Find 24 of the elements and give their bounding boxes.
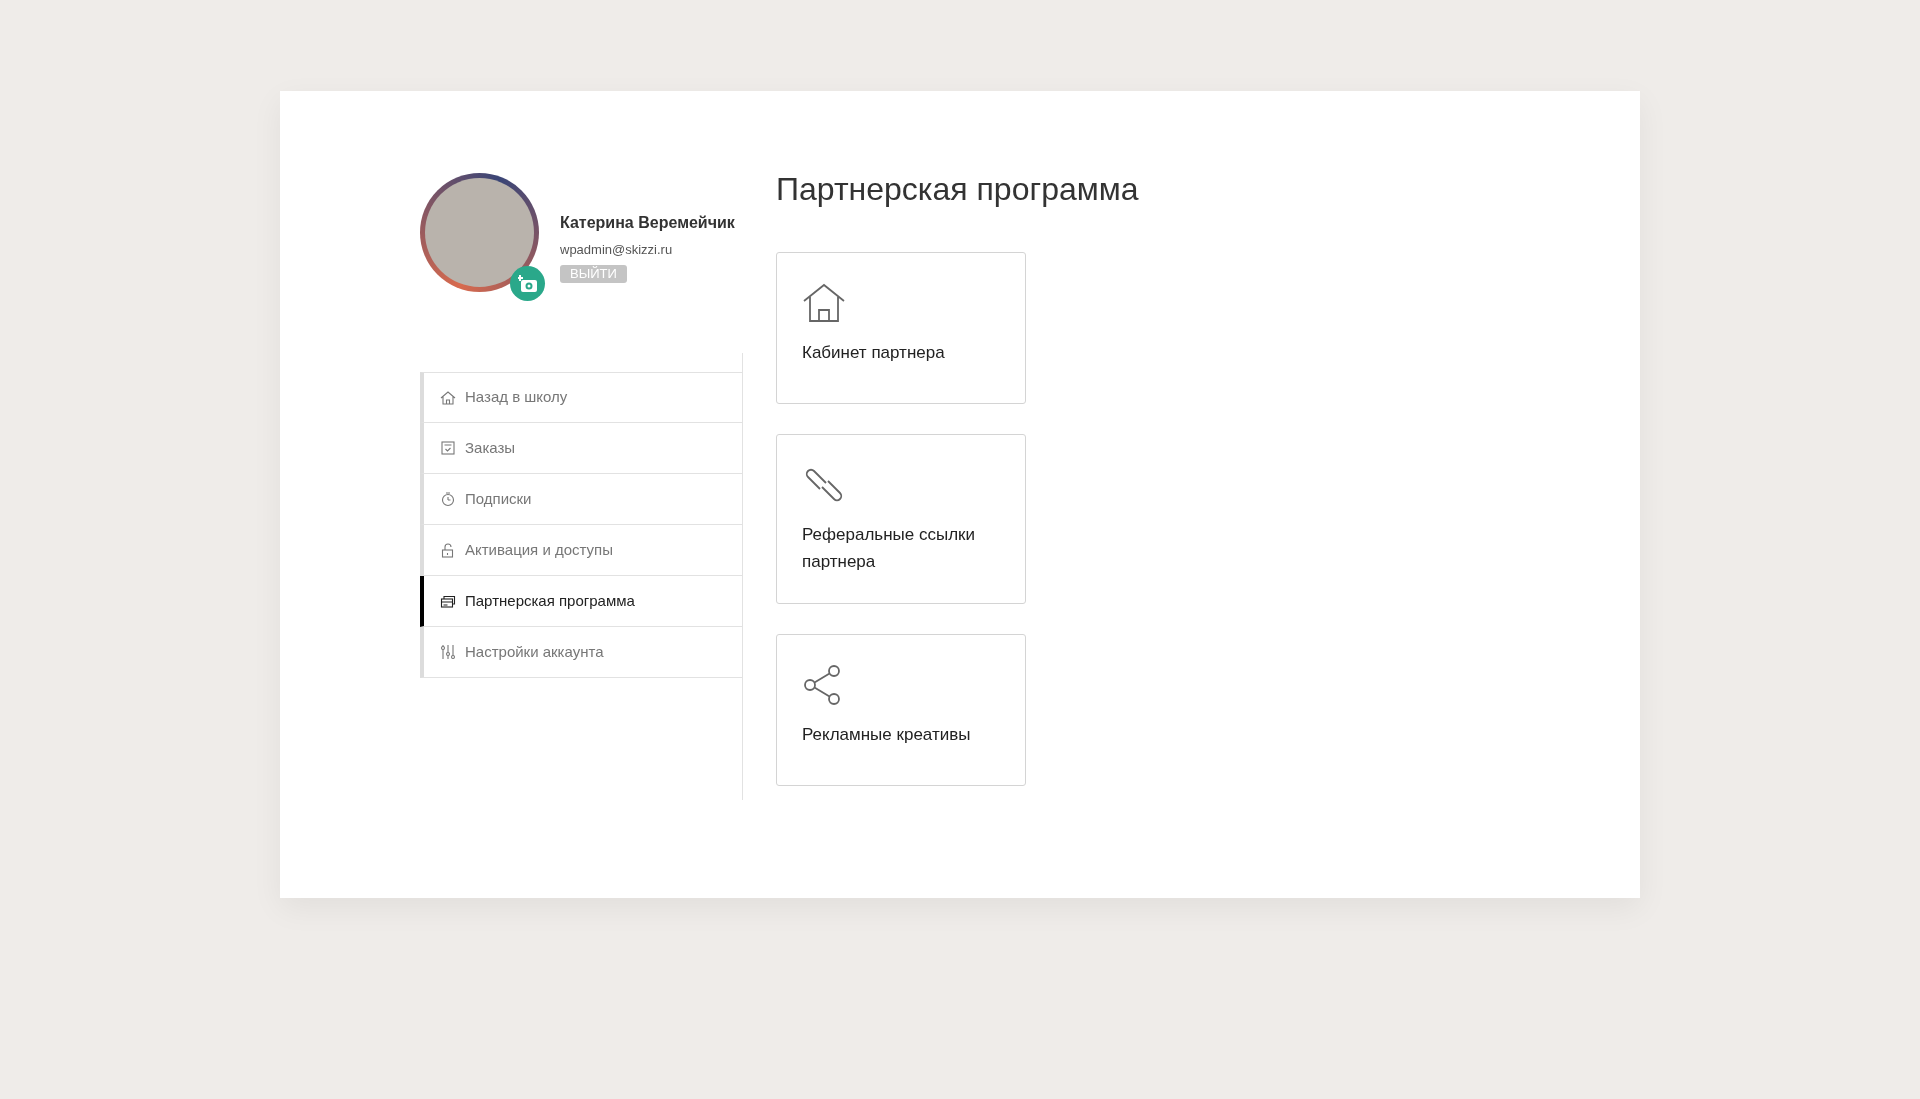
tile-label: Рекламные креативы <box>802 724 972 746</box>
sliders-icon <box>440 644 456 660</box>
page-title: Партнерская программа <box>776 170 1139 209</box>
menu-item[interactable]: Активация и доступы <box>420 525 742 576</box>
stopwatch-icon <box>440 491 456 507</box>
menu-item[interactable]: Назад в школу <box>420 372 742 423</box>
tile-label: Реферальные ссылки партнера <box>802 524 977 573</box>
camera-icon <box>517 274 538 293</box>
link-tile[interactable]: Реферальные ссылки партнера <box>776 434 1026 604</box>
link-tile[interactable]: Рекламные креативы <box>776 634 1026 786</box>
camera-button[interactable] <box>510 266 545 301</box>
cards-icon <box>440 593 456 609</box>
menu-item[interactable]: Партнерская программа <box>420 576 742 627</box>
user-name: Катерина Веремейчик <box>560 213 735 233</box>
user-email: wpadmin@skizzi.ru <box>560 241 673 259</box>
checklist-icon <box>440 440 456 456</box>
menu-item[interactable]: Заказы <box>420 423 742 474</box>
menu-item[interactable]: Подписки <box>420 474 742 525</box>
menu-item[interactable]: Настройки аккаунта <box>420 627 742 678</box>
house-icon <box>440 389 456 406</box>
open-lock-icon <box>440 542 456 558</box>
link-tile[interactable]: Кабинет партнера <box>776 252 1026 404</box>
tile-label: Кабинет партнера <box>802 342 946 364</box>
house-icon <box>802 281 846 325</box>
